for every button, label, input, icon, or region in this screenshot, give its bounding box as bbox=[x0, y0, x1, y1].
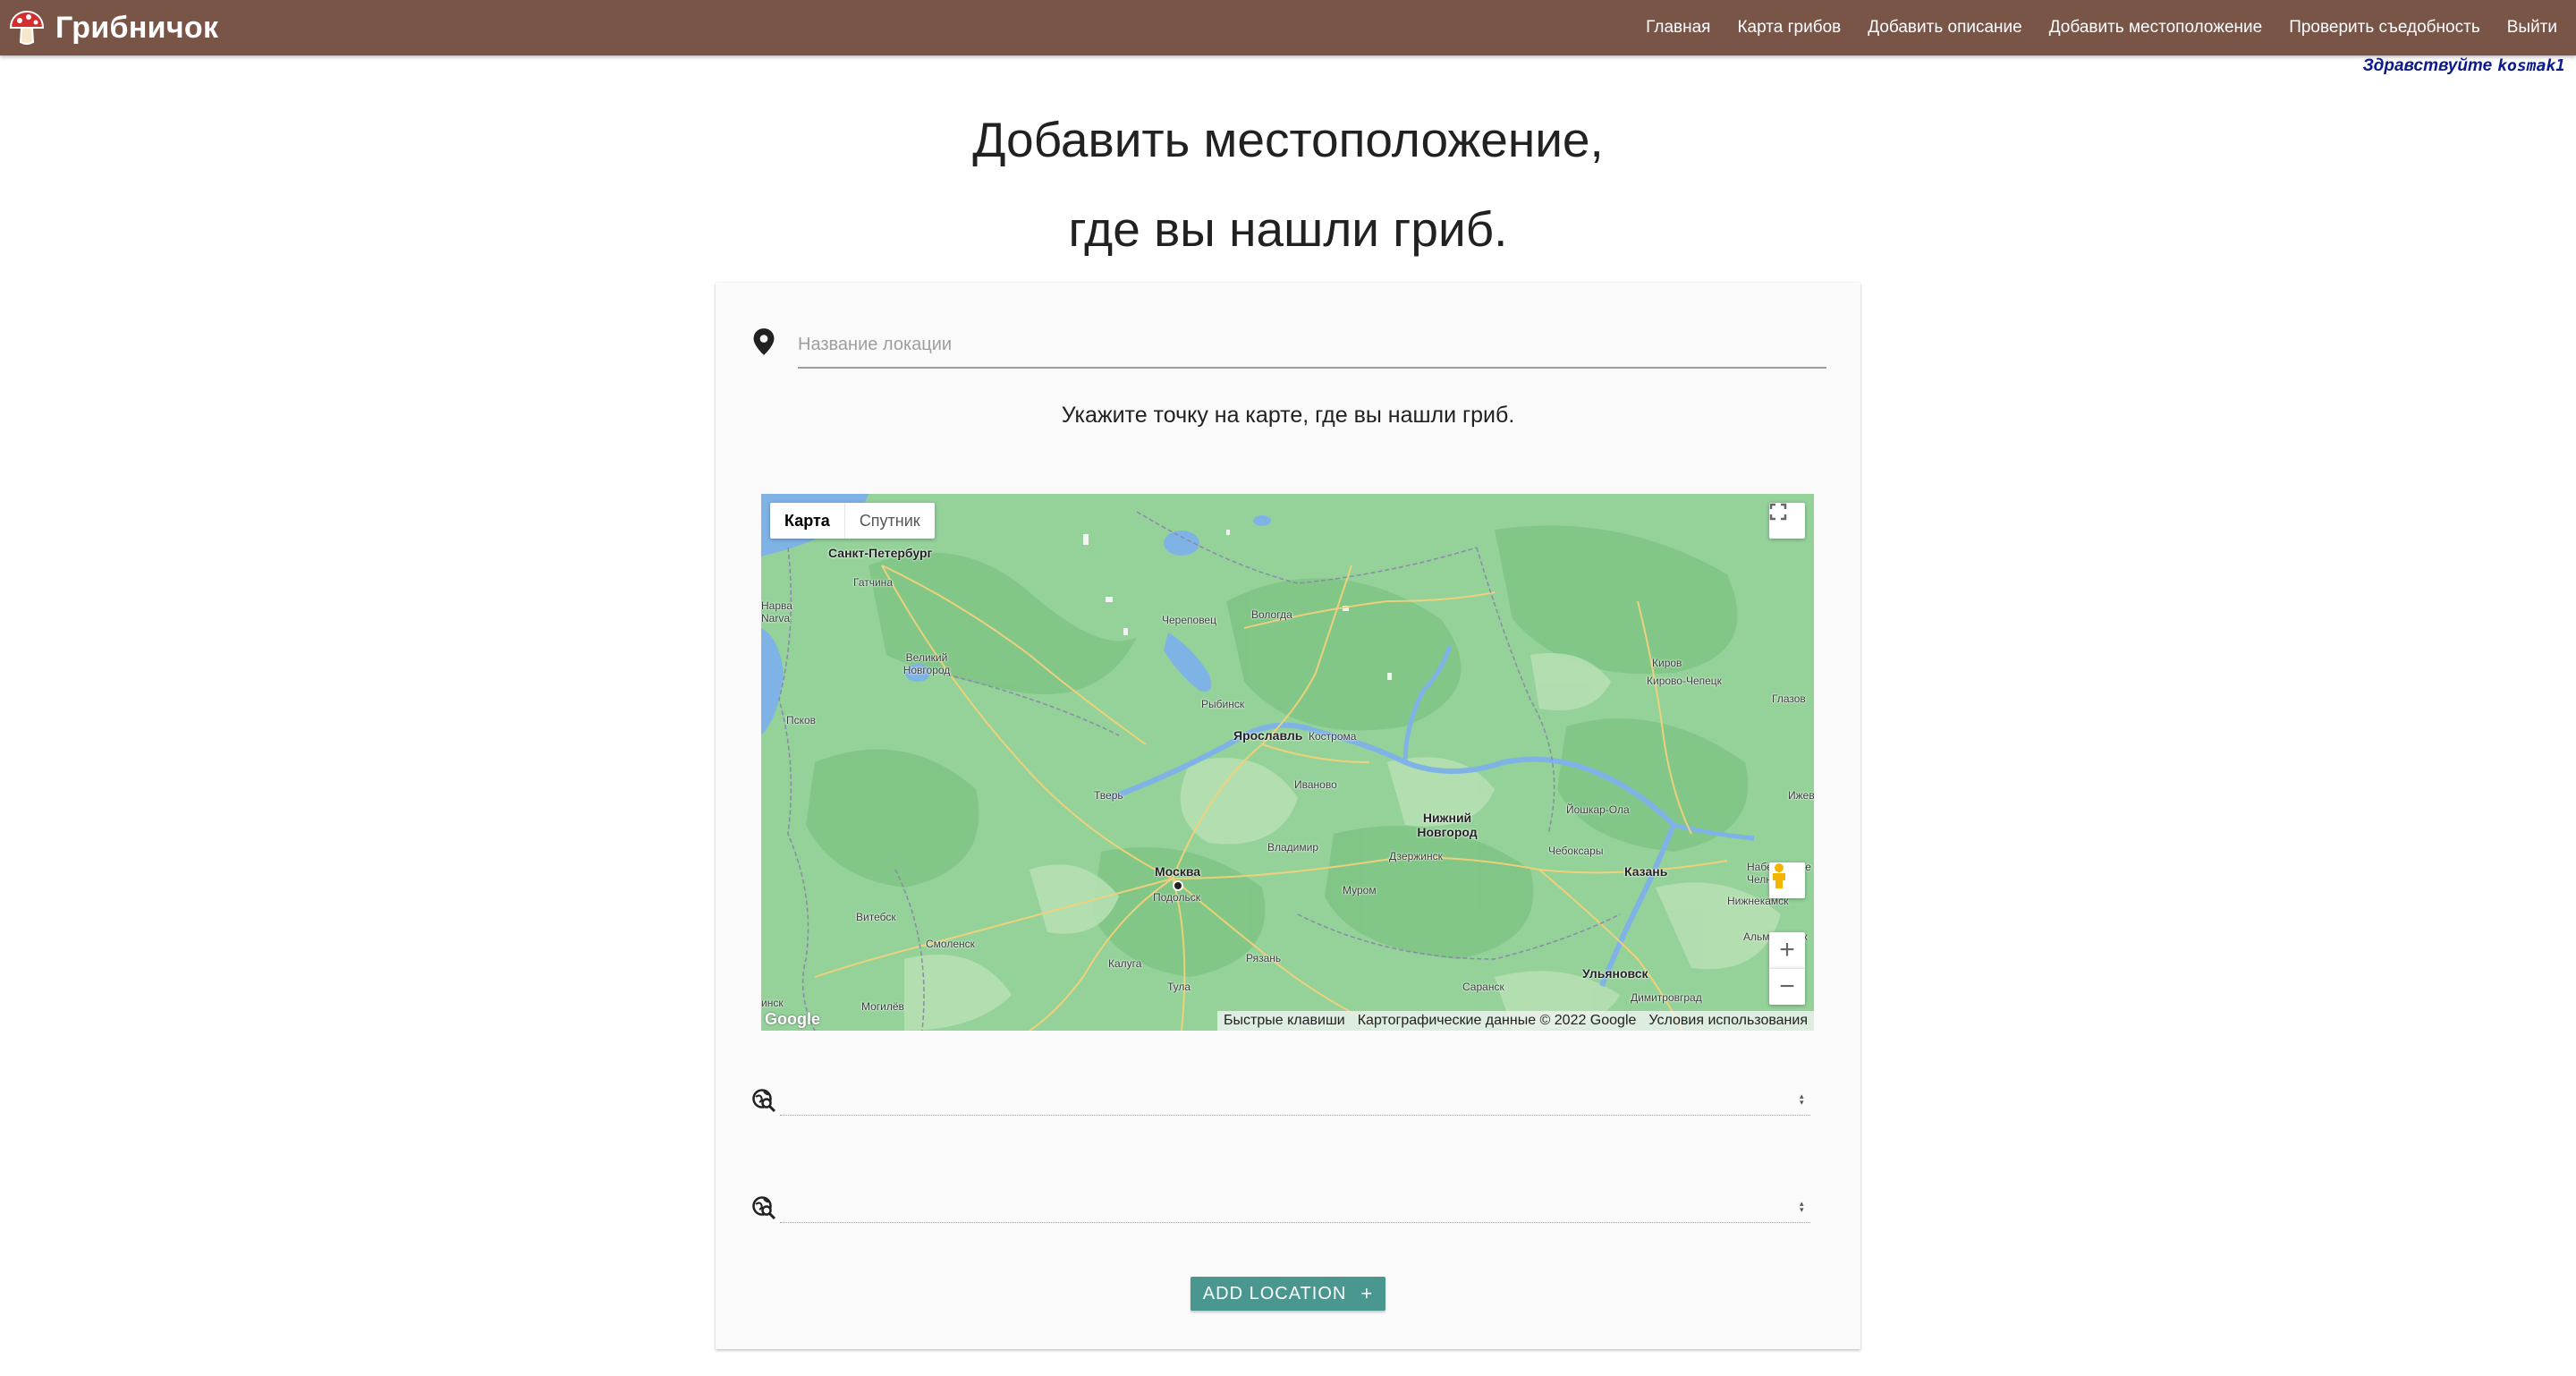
city-label: Саранск bbox=[1462, 981, 1504, 993]
keyboard-shortcuts-link[interactable]: Быстрые клавиши bbox=[1217, 1011, 1352, 1031]
city-label: Калуга bbox=[1108, 957, 1142, 970]
location-name-input[interactable] bbox=[798, 322, 1826, 369]
city-label: Ярославль bbox=[1233, 728, 1303, 743]
nav-link-mushroom-map[interactable]: Карта грибов bbox=[1724, 18, 1854, 38]
brand-name: Грибничок bbox=[55, 10, 219, 45]
city-label: Великий Новгород bbox=[902, 651, 951, 676]
city-label: Димитровград bbox=[1631, 991, 1702, 1004]
street-view-button[interactable] bbox=[1769, 862, 1805, 898]
city-label: Кирово-Чепецк bbox=[1647, 675, 1722, 687]
city-label: Череповец bbox=[1162, 614, 1216, 626]
city-label: Ижев bbox=[1788, 789, 1814, 802]
city-label: Смоленск bbox=[926, 938, 975, 950]
city-label: Гатчина bbox=[853, 576, 893, 589]
city-label: Киров bbox=[1652, 657, 1682, 669]
city-label: Вологда bbox=[1251, 608, 1292, 621]
place-icon bbox=[753, 328, 775, 355]
map-data-credit: Картографические данные © 2022 Google bbox=[1357, 1013, 1637, 1028]
mushroom-icon bbox=[9, 10, 45, 45]
nav-links: Главная Карта грибов Добавить описание Д… bbox=[1632, 0, 2571, 55]
map-type-control: Карта Спутник bbox=[770, 503, 935, 539]
add-location-button[interactable]: ADD LOCATION + bbox=[1191, 1277, 1385, 1311]
city-label: Тверь bbox=[1094, 789, 1123, 802]
city-label: Тула bbox=[1167, 981, 1191, 993]
map[interactable]: Санкт-Петербург Гатчина Нарва Narva Вели… bbox=[761, 494, 1814, 1031]
city-label: Чебоксары bbox=[1548, 845, 1604, 857]
plus-icon: + bbox=[1779, 935, 1795, 964]
city-label: Казань bbox=[1624, 864, 1668, 879]
city-label: Москва bbox=[1155, 864, 1201, 879]
fullscreen-button[interactable] bbox=[1769, 503, 1805, 539]
city-label: Муром bbox=[1343, 884, 1377, 896]
city-label: Ульяновск bbox=[1582, 966, 1648, 981]
zoom-out-button[interactable]: − bbox=[1769, 968, 1805, 1005]
nav-link-add-description[interactable]: Добавить описание bbox=[1854, 18, 2035, 38]
latitude-spinner[interactable]: ▴ ▾ bbox=[1800, 1092, 1804, 1107]
city-label: Нижний Новгород bbox=[1417, 811, 1478, 839]
city-label: Рыбинск bbox=[1201, 698, 1245, 710]
zoom-in-button[interactable]: + bbox=[1769, 932, 1805, 968]
city-label: Витебск bbox=[856, 911, 896, 923]
city-label: Санкт-Петербург bbox=[828, 546, 933, 560]
add-location-label: ADD LOCATION bbox=[1202, 1283, 1347, 1304]
city-label: Глазов bbox=[1772, 692, 1806, 705]
google-logo: Google bbox=[765, 1010, 820, 1028]
brand-link[interactable]: Грибничок bbox=[7, 0, 218, 55]
greeting-username: kosmak1 bbox=[2497, 56, 2565, 75]
map-hint: Укажите точку на карте, где вы нашли гри… bbox=[1061, 403, 1515, 428]
add-icon: + bbox=[1360, 1282, 1374, 1304]
nav-link-check-edibility[interactable]: Проверить съедобность bbox=[2275, 18, 2494, 38]
city-label: Йошкар-Ола bbox=[1566, 803, 1630, 816]
map-canvas bbox=[761, 494, 1814, 1031]
city-label: Дзержинск bbox=[1389, 850, 1443, 862]
city-label: Кострома bbox=[1309, 730, 1357, 743]
greeting-prefix: Здравствуйте bbox=[2362, 56, 2493, 75]
terms-link[interactable]: Условия использования bbox=[1642, 1011, 1814, 1031]
nav-link-logout[interactable]: Выйти bbox=[2494, 18, 2571, 38]
greeting: Здравствуйте kosmak1 bbox=[2363, 56, 2565, 76]
map-attribution: Быстрые клавиши Картографические данные … bbox=[1217, 1011, 1814, 1031]
page-title-line2: где вы нашли гриб. bbox=[1068, 201, 1508, 257]
city-label: Могилёв bbox=[861, 1000, 904, 1013]
nav-link-home[interactable]: Главная bbox=[1632, 18, 1724, 38]
map-type-satellite-button[interactable]: Спутник bbox=[845, 503, 935, 539]
longitude-input[interactable] bbox=[780, 1183, 1810, 1223]
city-label: Псков bbox=[786, 714, 817, 726]
longitude-spinner[interactable]: ▴ ▾ bbox=[1800, 1200, 1804, 1214]
city-label: Нарва Narva bbox=[761, 599, 792, 624]
fullscreen-icon bbox=[1769, 503, 1787, 521]
pegman-icon bbox=[1773, 863, 1785, 888]
city-label: Иваново bbox=[1294, 778, 1337, 791]
nav-link-add-location[interactable]: Добавить местоположение bbox=[2036, 18, 2275, 38]
city-label: Подольск bbox=[1153, 891, 1200, 904]
capital-marker bbox=[1173, 880, 1183, 891]
travel-explore-icon bbox=[752, 1196, 776, 1220]
location-form-card: Укажите точку на карте, где вы нашли гри… bbox=[716, 283, 1860, 1349]
city-label: Рязань bbox=[1246, 952, 1282, 964]
map-type-map-button[interactable]: Карта bbox=[770, 503, 845, 539]
minus-icon: − bbox=[1779, 972, 1795, 1001]
navbar: Грибничок Главная Карта грибов Добавить … bbox=[0, 0, 2576, 55]
page-title-line1: Добавить местоположение, bbox=[972, 112, 1604, 167]
city-label: Владимир bbox=[1267, 841, 1319, 854]
city-label: инск bbox=[761, 997, 784, 1009]
latitude-input[interactable] bbox=[780, 1075, 1810, 1116]
travel-explore-icon bbox=[752, 1089, 776, 1113]
